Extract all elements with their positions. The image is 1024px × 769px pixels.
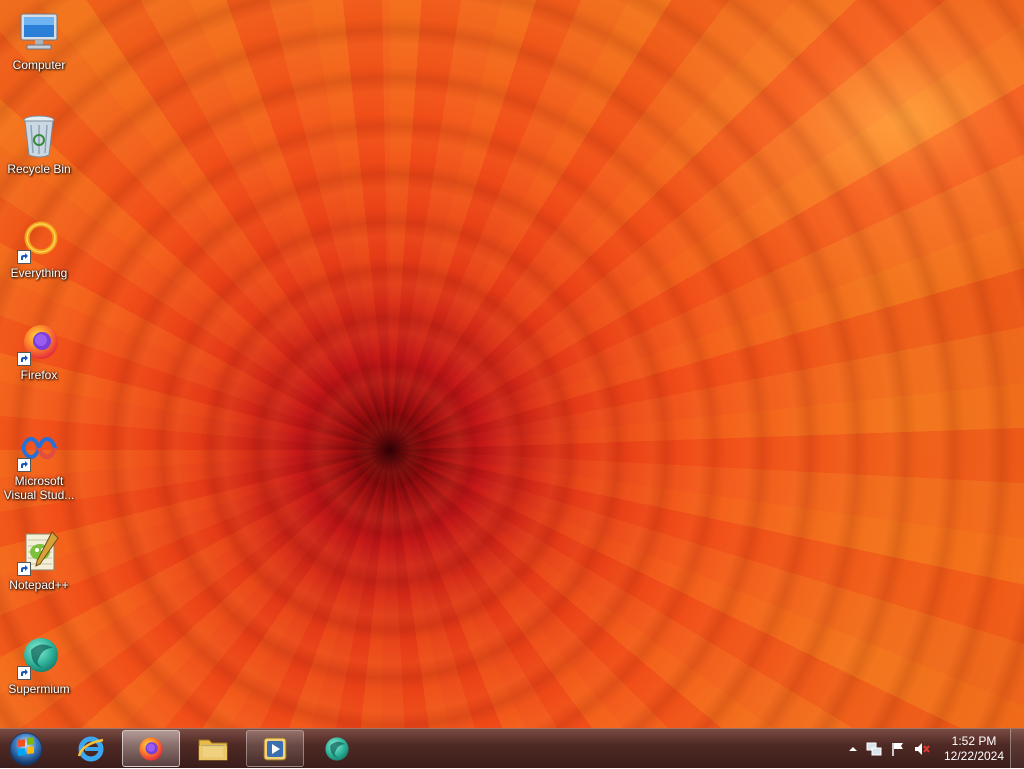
desktop-icon-label: Firefox [20,368,58,382]
volume-muted-icon[interactable] [914,741,930,757]
show-hidden-icons-chevron-icon[interactable] [845,741,861,757]
supermium-icon [325,736,349,761]
desktop-icon-firefox[interactable]: Firefox [1,318,77,382]
shortcut-arrow-icon [17,666,31,680]
desktop-icon-label: Microsoft Visual Stud... [3,474,75,502]
shortcut-arrow-icon [17,352,31,366]
internet-explorer-icon [77,736,104,761]
taskbar-internet-explorer-button[interactable] [62,730,120,767]
desktop-icon-label: Everything [10,266,68,280]
taskbar-firefox-button[interactable] [122,730,180,767]
taskbar-file-explorer-button[interactable] [184,730,242,767]
windows-start-icon [9,732,43,766]
shortcut-arrow-icon [17,562,31,576]
taskbar: 1:52 PM 12/22/2024 [0,728,1024,769]
computer-icon [15,8,63,56]
firefox-icon [139,736,163,761]
media-player-icon [263,737,287,760]
desktop-icon-label: Supermium [8,682,70,696]
wallpaper-petal-rings [0,0,1024,728]
action-center-flag-icon[interactable] [890,741,906,757]
notepad-plus-plus-icon [15,528,63,576]
clock-date: 12/22/2024 [943,749,1005,763]
desktop-icon-computer[interactable]: Computer [1,8,77,72]
desktop-icon-notepad-plus-plus[interactable]: Notepad++ [1,528,77,592]
desktop-icon-everything[interactable]: Everything [1,216,77,280]
desktop-icon-visual-studio[interactable]: Microsoft Visual Stud... [1,424,77,502]
visual-studio-icon [15,424,63,472]
taskbar-clock[interactable]: 1:52 PM 12/22/2024 [933,734,1015,764]
recycle-bin-icon [15,112,63,160]
desktop-icon-label: Computer [12,58,66,72]
network-icon[interactable] [866,741,882,757]
show-desktop-button[interactable] [1010,729,1024,769]
desktop-icon-supermium[interactable]: Supermium [1,632,77,696]
taskbar-supermium-button[interactable] [308,730,366,767]
taskbar-media-player-button[interactable] [246,730,304,767]
shortcut-arrow-icon [17,250,31,264]
file-explorer-icon [198,739,228,760]
desktop-icon-label: Recycle Bin [7,162,71,176]
everything-icon [15,216,63,264]
clock-time: 1:52 PM [951,734,997,748]
desktop-wallpaper[interactable]: Computer Recycle Bin Everything Firefox … [0,0,1024,728]
shortcut-arrow-icon [17,458,31,472]
start-button[interactable] [4,730,48,768]
desktop-icon-recycle-bin[interactable]: Recycle Bin [1,112,77,176]
firefox-icon [15,318,63,366]
supermium-icon [15,632,63,680]
desktop-icon-label: Notepad++ [9,578,69,592]
